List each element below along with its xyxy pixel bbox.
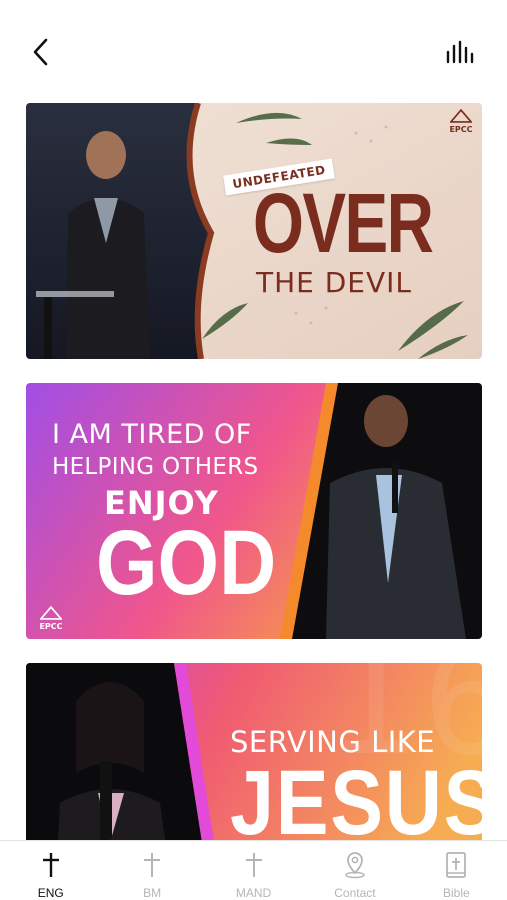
bible-icon — [446, 852, 467, 878]
chevron-left-icon — [33, 38, 48, 66]
tab-label: BM — [143, 886, 162, 900]
sermon-title-line-2: JESUS — [230, 752, 482, 840]
sermon-feed[interactable]: EPCC UNDEFEATED OVER THE DEVIL I AM TIRE… — [26, 103, 482, 840]
sermon-title-line-4: GOD — [96, 512, 277, 614]
sermon-card-1[interactable]: EPCC UNDEFEATED OVER THE DEVIL — [26, 103, 482, 359]
tab-label: ENG — [37, 886, 64, 900]
cross-icon — [245, 853, 262, 877]
tab-eng[interactable]: ENG — [0, 841, 101, 900]
sermon-card-3[interactable]: 16 SERVING LIKE JESUS — [26, 663, 482, 840]
epcc-logo: EPCC — [448, 108, 474, 139]
sermon-subtitle: THE DEVIL — [256, 266, 413, 299]
tab-label: Bible — [442, 886, 470, 900]
top-bar — [0, 0, 507, 95]
tab-label: Contact — [334, 886, 376, 900]
sermon-title-line-2: HELPING OTHERS — [52, 454, 259, 480]
menu-button[interactable] — [445, 40, 477, 66]
sermon-title: OVER — [253, 176, 434, 270]
tab-label: MAND — [235, 886, 272, 900]
sermon-card-2[interactable]: I AM TIRED OF HELPING OTHERS ENJOY GOD E… — [26, 383, 482, 639]
tab-mand[interactable]: MAND — [203, 841, 304, 900]
tab-contact[interactable]: Contact — [304, 841, 405, 900]
cross-icon — [42, 853, 59, 877]
location-pin-icon — [345, 852, 365, 879]
tab-bm[interactable]: BM — [101, 841, 202, 900]
cross-icon — [144, 853, 161, 877]
sermon-title-line-1: I AM TIRED OF — [52, 419, 252, 450]
equalizer-icon — [446, 40, 474, 64]
back-button[interactable] — [28, 36, 56, 68]
epcc-logo: EPCC — [38, 605, 64, 631]
bottom-tab-bar: ENG BM MAND Contact Bible — [0, 840, 507, 900]
tab-bible[interactable]: Bible — [406, 841, 507, 900]
